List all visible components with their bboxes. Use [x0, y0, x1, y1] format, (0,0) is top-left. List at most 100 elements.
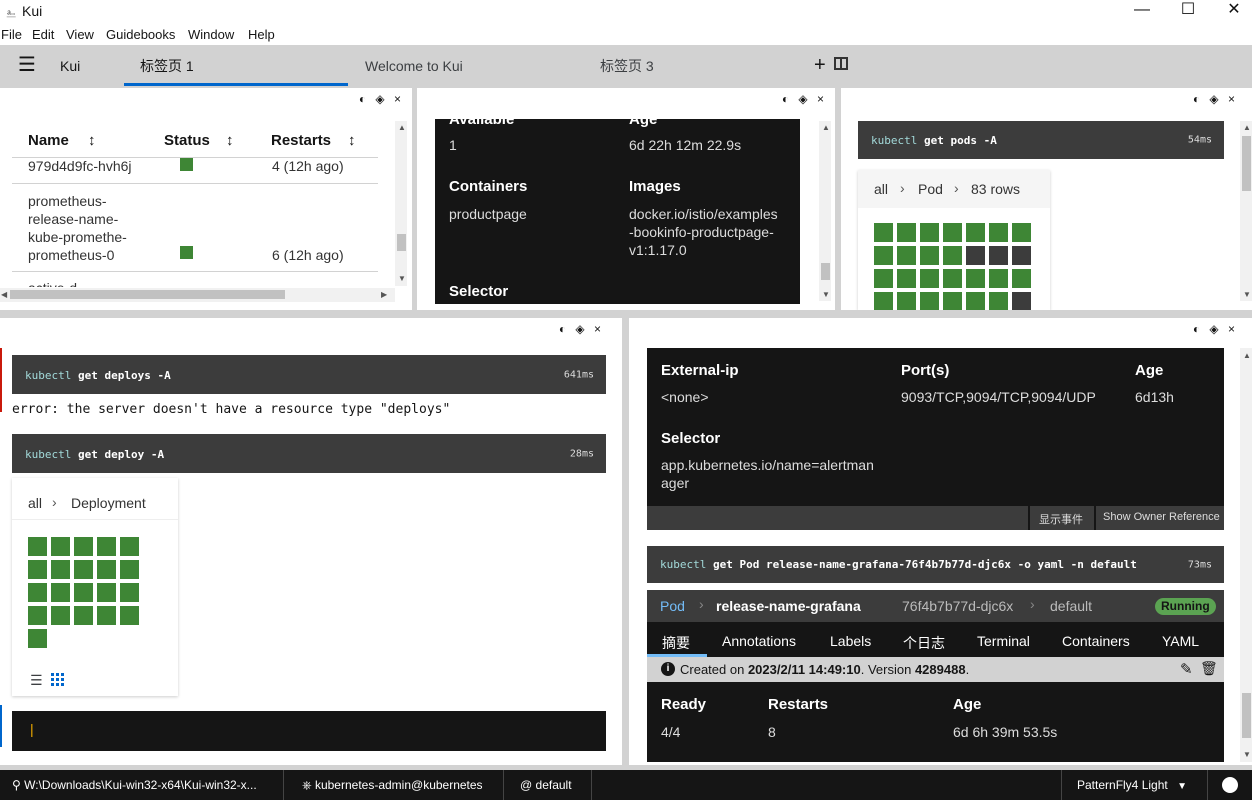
pod-status-cell[interactable] — [897, 269, 916, 288]
sort-icon[interactable]: ↕ — [88, 132, 96, 149]
deployment-status-cell[interactable] — [120, 606, 139, 625]
command-bar[interactable]: kubectl get deploy -A 28ms — [12, 434, 606, 473]
scroll-down-icon[interactable]: ▼ — [822, 290, 830, 299]
subtab-containers[interactable]: Containers — [1062, 633, 1130, 649]
scroll-left-icon[interactable]: ◀ — [1, 290, 7, 299]
pod-status-cell[interactable] — [920, 223, 939, 242]
horizontal-scrollbar[interactable] — [0, 288, 395, 302]
col-restarts[interactable]: Restarts — [271, 132, 331, 149]
scroll-up-icon[interactable]: ▲ — [1243, 123, 1251, 132]
minimize-button[interactable]: — — [1119, 0, 1165, 22]
scroll-down-icon[interactable]: ▼ — [1243, 750, 1251, 759]
scroll-down-icon[interactable]: ▼ — [1243, 290, 1251, 299]
pod-status-cell[interactable] — [966, 292, 985, 310]
theme-selector[interactable]: PatternFly4 Light ▼ — [1061, 770, 1208, 800]
subtab-terminal[interactable]: Terminal — [977, 633, 1030, 649]
sort-icon[interactable]: ↕ — [226, 132, 234, 149]
pod-status-cell[interactable] — [989, 223, 1008, 242]
new-tab-icon[interactable]: + — [814, 54, 826, 77]
deployment-status-cell[interactable] — [51, 560, 70, 579]
sort-icon[interactable]: ↕ — [348, 132, 356, 149]
deployment-status-cell[interactable] — [97, 560, 116, 579]
pane-3-actions-icon[interactable]: ◐ ◈ × — [1193, 92, 1238, 106]
command-bar[interactable]: kubectl get Pod release-name-grafana-76f… — [647, 546, 1224, 583]
pod-status-cell[interactable] — [989, 292, 1008, 310]
deployment-status-cell[interactable] — [97, 537, 116, 556]
col-name[interactable]: Name — [28, 132, 69, 149]
pod-status-cell[interactable] — [943, 246, 962, 265]
pod-status-cell[interactable] — [874, 223, 893, 242]
path-segment[interactable]: ⚲ W:\Downloads\Kui-win32-x64\Kui-win32-x… — [0, 770, 284, 800]
pane-5-actions-icon[interactable]: ◐ ◈ × — [1193, 322, 1238, 336]
github-link[interactable] — [1208, 770, 1252, 800]
pod-status-cell[interactable] — [989, 246, 1008, 265]
trash-icon[interactable]: 🗑 — [1200, 660, 1218, 677]
pod-status-cell[interactable] — [874, 292, 893, 310]
tab-1[interactable]: 标签页 1 — [124, 45, 348, 86]
pod-status-cell[interactable] — [1012, 246, 1031, 265]
pod-status-cell[interactable] — [920, 246, 939, 265]
deployment-status-cell[interactable] — [74, 537, 93, 556]
show-owner-reference-button[interactable]: Show Owner Reference — [1103, 511, 1220, 523]
scroll-up-icon[interactable]: ▲ — [822, 123, 830, 132]
deployment-status-cell[interactable] — [28, 583, 47, 602]
deployment-status-cell[interactable] — [51, 583, 70, 602]
edit-icon[interactable]: ✎ — [1180, 660, 1193, 678]
subtab-summary[interactable]: 摘要 — [662, 633, 690, 653]
pod-status-cell[interactable] — [920, 269, 939, 288]
deployment-status-cell[interactable] — [74, 560, 93, 579]
maximize-button[interactable]: ☐ — [1165, 0, 1211, 22]
scroll-up-icon[interactable]: ▲ — [1243, 351, 1251, 360]
table-row[interactable]: 979d4d9fc-hvh6j 4 (12h ago) — [12, 158, 378, 184]
menu-help[interactable]: Help — [248, 27, 275, 42]
pod-status-cell[interactable] — [943, 223, 962, 242]
deployment-status-cell[interactable] — [74, 606, 93, 625]
deployment-status-cell[interactable] — [51, 537, 70, 556]
vertical-scrollbar[interactable] — [1240, 348, 1252, 762]
scroll-up-icon[interactable]: ▲ — [398, 123, 406, 132]
tab-3[interactable]: 标签页 3 — [583, 45, 807, 86]
deployment-status-cell[interactable] — [120, 583, 139, 602]
pod-status-cell[interactable] — [966, 269, 985, 288]
context-segment[interactable]: ⎈ kubernetes-admin@kubernetes — [284, 770, 504, 800]
command-prompt[interactable]: | — [12, 711, 606, 751]
split-view-icon[interactable] — [834, 57, 848, 70]
subtab-logs[interactable]: 个日志 — [903, 633, 945, 653]
namespace-segment[interactable]: @ default — [504, 770, 592, 800]
deployment-status-cell[interactable] — [120, 537, 139, 556]
vertical-scrollbar[interactable] — [1240, 121, 1252, 301]
deployment-status-cell[interactable] — [74, 583, 93, 602]
col-status[interactable]: Status — [164, 132, 210, 149]
close-button[interactable]: ✕ — [1211, 0, 1252, 22]
pod-status-cell[interactable] — [1012, 223, 1031, 242]
pod-status-cell[interactable] — [966, 246, 985, 265]
command-bar[interactable]: kubectl get pods -A 54ms — [858, 121, 1224, 159]
scroll-right-icon[interactable]: ▶ — [381, 290, 387, 299]
crumb-deployment[interactable]: Deployment — [71, 495, 146, 511]
pod-status-cell[interactable] — [1012, 269, 1031, 288]
pod-status-cell[interactable] — [989, 269, 1008, 288]
menu-window[interactable]: Window — [188, 27, 234, 42]
pod-status-cell[interactable] — [897, 292, 916, 310]
pane-1-actions-icon[interactable]: ◐ ◈ × — [359, 92, 404, 106]
tab-welcome[interactable]: Welcome to Kui — [348, 45, 572, 86]
pod-status-cell[interactable] — [874, 269, 893, 288]
list-view-icon[interactable]: ☰ — [30, 672, 43, 689]
menu-file[interactable]: File — [1, 27, 22, 42]
crumb-all[interactable]: all — [874, 181, 888, 197]
pod-status-cell[interactable] — [874, 246, 893, 265]
pane-4-actions-icon[interactable]: ◐ ◈ × — [559, 322, 604, 336]
pod-status-cell[interactable] — [897, 246, 916, 265]
deployment-status-cell[interactable] — [97, 606, 116, 625]
deployment-status-cell[interactable] — [97, 583, 116, 602]
menu-view[interactable]: View — [66, 27, 94, 42]
hamburger-icon[interactable]: ☰ — [18, 55, 36, 75]
command-bar[interactable]: kubectl get deploys -A 641ms — [12, 355, 606, 394]
deployment-status-cell[interactable] — [51, 606, 70, 625]
vertical-scrollbar[interactable] — [819, 121, 831, 301]
deployment-status-cell[interactable] — [120, 560, 139, 579]
pod-status-cell[interactable] — [920, 292, 939, 310]
subtab-labels[interactable]: Labels — [830, 633, 871, 649]
grid-view-icon[interactable] — [51, 673, 64, 686]
pod-status-cell[interactable] — [897, 223, 916, 242]
